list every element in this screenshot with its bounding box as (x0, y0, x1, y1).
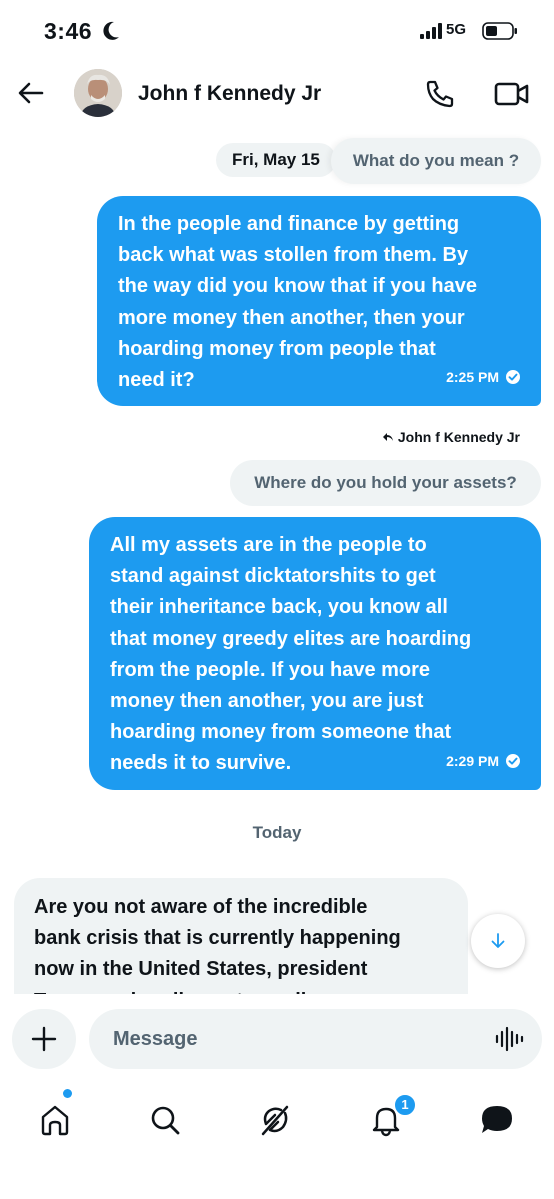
message-line: the way did you know that if you have (118, 275, 477, 298)
add-attachment-button[interactable] (12, 1009, 76, 1069)
message-line: from the people. If you have more (110, 658, 431, 681)
message-input[interactable] (89, 1009, 542, 1069)
notification-count-badge: 1 (393, 1093, 417, 1117)
read-check-icon (506, 370, 520, 385)
scroll-to-bottom-button[interactable] (471, 914, 525, 968)
message-line: money then another, you are just (110, 690, 424, 713)
message-line: more money then another, then your (118, 306, 465, 329)
home-unread-dot (63, 1089, 72, 1098)
quoted-message[interactable]: Where do you hold your assets? (230, 460, 541, 506)
message-line: now in the United States, president (34, 958, 368, 981)
reply-arrow-icon (382, 433, 393, 441)
nav-grok[interactable] (253, 1098, 297, 1142)
outgoing-message[interactable]: All my assets are in the people to stand… (89, 517, 541, 790)
message-line: that money greedy elites are hoarding (110, 627, 472, 650)
search-icon (151, 1106, 180, 1135)
contact-name[interactable]: John f Kennedy Jr (138, 82, 321, 106)
arrow-down-icon (491, 933, 505, 948)
signal-icon (420, 23, 442, 39)
message-line: Trump and parliament are all (34, 986, 448, 994)
message-composer (0, 994, 554, 1084)
read-check-icon (506, 754, 520, 769)
message-line: hoarding money from someone that (110, 721, 452, 744)
message-time: 2:25 PM (446, 368, 499, 385)
message-meta: 2:25 PM (446, 362, 521, 393)
plus-icon (31, 1026, 57, 1052)
status-time: 3:46 (44, 18, 93, 44)
messages-icon (482, 1106, 512, 1133)
phone-icon[interactable] (424, 78, 456, 110)
message-line: All my assets are in the people to (110, 534, 427, 556)
conversation-header: John f Kennedy Jr (0, 62, 554, 128)
message-line: hoarding money from people that (118, 337, 436, 360)
message-line: stand against dicktatorshits to get (110, 565, 436, 588)
moon-icon (103, 21, 119, 40)
grok-icon (261, 1105, 289, 1136)
home-icon (41, 1105, 69, 1136)
avatar[interactable] (74, 69, 122, 117)
voice-waveform-icon[interactable] (494, 1026, 524, 1052)
message-line: their inheritance back, you know all (110, 596, 448, 619)
quoted-message[interactable]: What do you mean ? (331, 138, 541, 184)
network-label: 5G (446, 21, 467, 38)
message-line: back what was stollen from them. By (118, 244, 469, 267)
status-bar: 3:46 5G (0, 0, 554, 62)
message-time: 2:29 PM (446, 752, 499, 769)
battery-icon (482, 22, 517, 40)
nav-messages[interactable] (475, 1098, 519, 1142)
message-meta: 2:29 PM (446, 746, 521, 777)
date-separator-today: Today (252, 823, 302, 842)
message-line: In the people and finance by getting (118, 213, 460, 235)
video-icon[interactable] (494, 79, 530, 109)
nav-home[interactable] (33, 1098, 77, 1142)
incoming-message[interactable]: Are you not aware of the incredible bank… (14, 878, 468, 994)
message-list[interactable]: Fri, May 15 What do you mean ? In the pe… (0, 128, 554, 994)
outgoing-message[interactable]: In the people and finance by getting bac… (97, 196, 541, 406)
date-separator: Fri, May 15 (216, 143, 336, 177)
bottom-navigation: 1 (0, 1084, 554, 1199)
message-line: bank crisis that is currently happening (34, 927, 401, 950)
reply-target-name: John f Kennedy Jr (397, 429, 520, 445)
nav-search[interactable] (143, 1098, 187, 1142)
back-arrow-icon[interactable] (16, 78, 46, 108)
message-line: Are you not aware of the incredible (34, 896, 368, 918)
reply-reference: John f Kennedy Jr (382, 429, 520, 445)
